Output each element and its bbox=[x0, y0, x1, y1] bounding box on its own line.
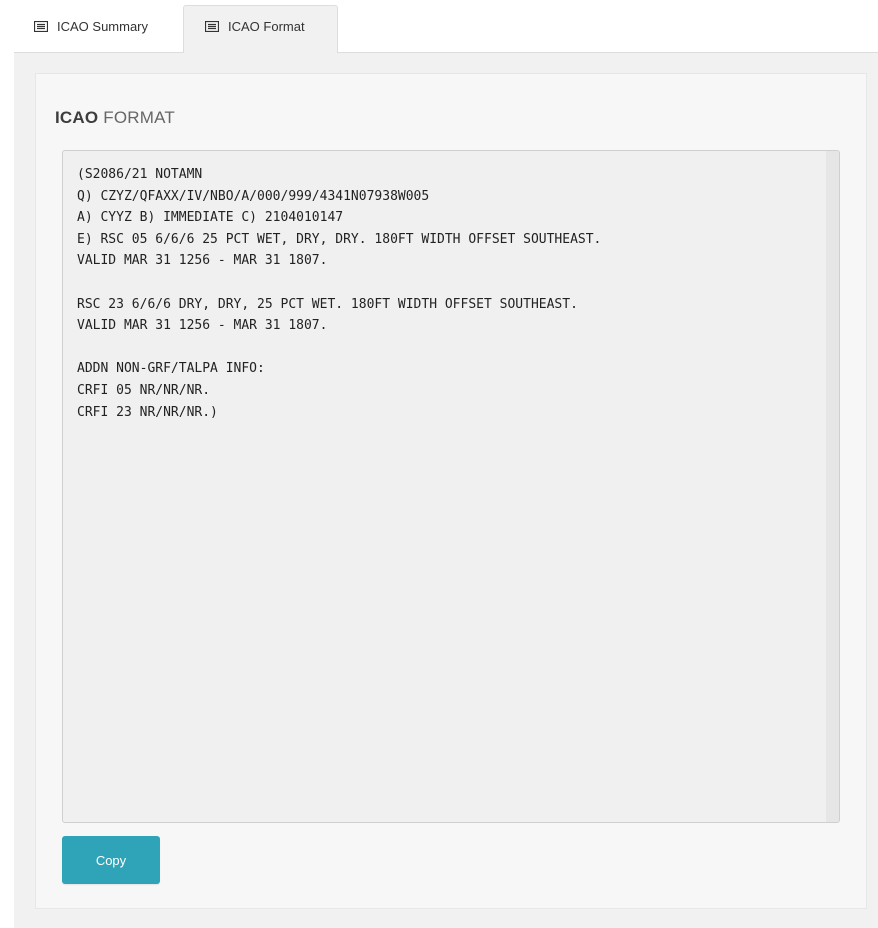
vertical-scrollbar[interactable] bbox=[826, 151, 839, 822]
tab-icao-summary-label: ICAO Summary bbox=[57, 19, 149, 34]
tab-bar: ICAO Summary ICAO Format bbox=[14, 0, 878, 54]
notam-text-area[interactable]: (S2086/21 NOTAMN Q) CZYZ/QFAXX/IV/NBO/A/… bbox=[62, 150, 840, 823]
tab-icao-format-label: ICAO Format bbox=[228, 19, 305, 34]
panel-title: ICAO FORMAT bbox=[55, 108, 175, 128]
panel-title-bold: ICAO bbox=[55, 108, 99, 127]
list-icon bbox=[205, 21, 219, 32]
copy-button[interactable]: Copy bbox=[62, 836, 160, 884]
tab-icao-summary[interactable]: ICAO Summary bbox=[20, 5, 180, 54]
tab-icao-format[interactable]: ICAO Format bbox=[183, 5, 338, 54]
panel-title-rest: FORMAT bbox=[98, 108, 175, 127]
list-icon bbox=[34, 21, 48, 32]
notam-text[interactable]: (S2086/21 NOTAMN Q) CZYZ/QFAXX/IV/NBO/A/… bbox=[63, 151, 839, 423]
